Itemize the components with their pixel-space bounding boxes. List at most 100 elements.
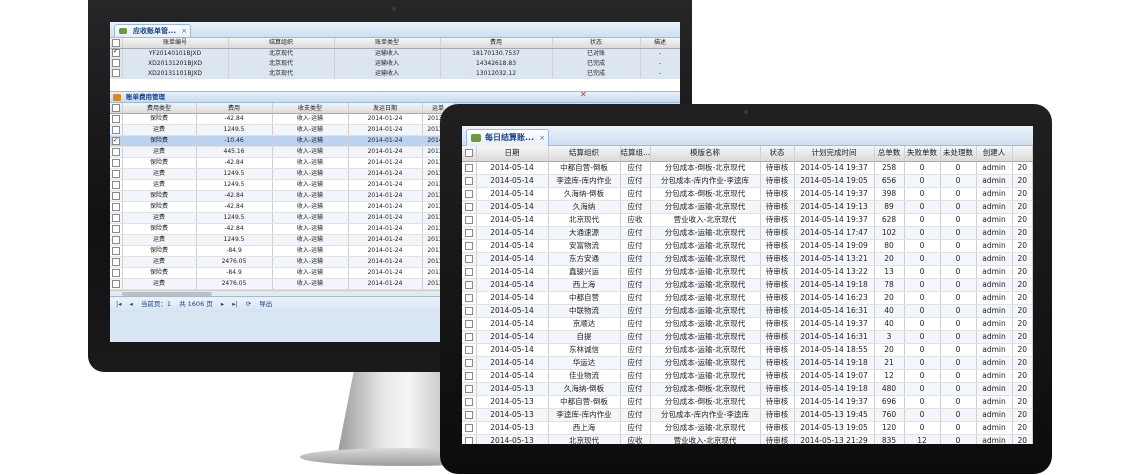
row-checkbox-cell[interactable] bbox=[462, 200, 477, 214]
row-checkbox[interactable] bbox=[464, 241, 473, 250]
tab-daily-settlement[interactable]: 每日结算账... × bbox=[466, 129, 550, 146]
row-checkbox[interactable] bbox=[464, 319, 473, 328]
front-col-header[interactable]: 创建人 bbox=[976, 146, 1013, 162]
front-col-header[interactable]: 状态 bbox=[760, 146, 795, 162]
table-row[interactable]: 2014-05-13 久海纳-倒板 应付 分包成本-倒板-北京现代 待审核 2014-05… bbox=[462, 382, 1033, 396]
row-checkbox[interactable] bbox=[111, 191, 120, 200]
row-checkbox[interactable] bbox=[111, 279, 120, 288]
table-row[interactable]: 2014-05-13 李逵库-库内作业 应付 分包成本-库内作业-李逵库 待审核 2014… bbox=[462, 408, 1033, 422]
row-checkbox[interactable] bbox=[111, 246, 120, 255]
bill-col-header[interactable]: 结算组织 bbox=[228, 38, 335, 49]
row-checkbox-cell[interactable] bbox=[110, 168, 123, 180]
table-row[interactable]: 2014-05-13 中都自营-倒板 应付 分包成本-倒板-北京现代 待审核 2014-0… bbox=[462, 395, 1033, 409]
close-icon[interactable]: × bbox=[539, 130, 545, 146]
row-checkbox[interactable] bbox=[111, 169, 120, 178]
row-checkbox[interactable] bbox=[111, 224, 120, 233]
front-col-header[interactable]: 总单数 bbox=[874, 146, 905, 162]
front-col-header[interactable] bbox=[462, 146, 477, 162]
row-checkbox-cell[interactable] bbox=[462, 226, 477, 240]
next-page-icon[interactable]: ▸ bbox=[221, 300, 224, 308]
row-checkbox-cell[interactable] bbox=[462, 187, 477, 201]
first-page-icon[interactable]: |◂ bbox=[116, 300, 121, 308]
row-checkbox[interactable] bbox=[464, 163, 473, 172]
table-row[interactable]: 2014-05-14 京顺达 应付 分包成本-运输-北京现代 待审核 2014-05-14… bbox=[462, 317, 1033, 331]
row-checkbox-cell[interactable] bbox=[110, 113, 123, 125]
table-row[interactable]: 2014-05-14 华运达 应付 分包成本-运输-北京现代 待审核 2014-05-14… bbox=[462, 356, 1033, 370]
row-checkbox[interactable] bbox=[464, 280, 473, 289]
row-checkbox-cell[interactable] bbox=[110, 267, 123, 279]
row-checkbox-cell[interactable] bbox=[110, 278, 123, 290]
row-checkbox-cell[interactable] bbox=[110, 190, 123, 202]
row-checkbox-cell[interactable] bbox=[110, 256, 123, 268]
select-all-checkbox[interactable] bbox=[111, 38, 120, 47]
front-col-header[interactable]: 模版名称 bbox=[650, 146, 761, 162]
row-checkbox[interactable] bbox=[111, 125, 120, 134]
row-checkbox-cell[interactable] bbox=[110, 68, 123, 79]
row-checkbox[interactable] bbox=[464, 189, 473, 198]
row-checkbox[interactable] bbox=[464, 332, 473, 341]
row-checkbox-cell[interactable] bbox=[110, 201, 123, 213]
row-checkbox[interactable] bbox=[111, 257, 120, 266]
table-row[interactable]: 2014-05-14 北京现代 应收 营业收入-北京现代 待审核 2014-05-14 1… bbox=[462, 213, 1033, 227]
row-checkbox-cell[interactable] bbox=[462, 252, 477, 266]
table-row[interactable]: XD20131201BJXD 北京现代 运输收入 14342618.83 已完成 - bbox=[110, 58, 680, 69]
row-checkbox[interactable] bbox=[111, 114, 120, 123]
row-checkbox-cell[interactable] bbox=[462, 239, 477, 253]
table-row[interactable]: 2014-05-14 中都自营-倒板 应付 分包成本-倒板-北京现代 待审核 2014-0… bbox=[462, 161, 1033, 175]
row-checkbox-cell[interactable] bbox=[462, 291, 477, 305]
bill-col-header[interactable]: 状态 bbox=[552, 38, 641, 49]
row-checkbox[interactable] bbox=[111, 213, 120, 222]
row-checkbox-cell[interactable] bbox=[110, 157, 123, 169]
table-row[interactable]: 2014-05-13 西上海 应付 分包成本-运输-北京现代 待审核 2014-05-13… bbox=[462, 421, 1033, 435]
row-checkbox-cell[interactable] bbox=[462, 161, 477, 175]
row-checkbox[interactable] bbox=[111, 136, 120, 145]
table-row[interactable]: 2014-05-14 李逵库-库内作业 应付 分包成本-库内作业-李逵库 待审核 2014… bbox=[462, 174, 1033, 188]
table-row[interactable]: XD20131101BJXD 北京现代 运输收入 13012032.12 已完成 - bbox=[110, 68, 680, 79]
table-row[interactable]: 2014-05-14 自提 应付 分包成本-运输-北京现代 待审核 2014-05-14 … bbox=[462, 330, 1033, 344]
row-checkbox-cell[interactable] bbox=[110, 245, 123, 257]
row-checkbox[interactable] bbox=[464, 423, 473, 432]
row-checkbox[interactable] bbox=[464, 228, 473, 237]
select-all-checkbox[interactable] bbox=[111, 103, 120, 112]
row-checkbox[interactable] bbox=[464, 410, 473, 419]
row-checkbox[interactable] bbox=[111, 69, 120, 77]
bill-col-header[interactable]: 描述 bbox=[640, 38, 680, 49]
row-checkbox-cell[interactable] bbox=[462, 213, 477, 227]
fee-col-header[interactable]: 收支类型 bbox=[272, 102, 349, 114]
bill-col-header[interactable]: 账单类型 bbox=[334, 38, 441, 49]
row-checkbox-cell[interactable] bbox=[462, 356, 477, 370]
table-row[interactable]: 2014-05-13 北京现代 应收 营业收入-北京现代 待审核 2014-05-13 2… bbox=[462, 434, 1033, 444]
row-checkbox-cell[interactable] bbox=[110, 146, 123, 158]
fee-col-header[interactable]: 费用 bbox=[196, 102, 273, 114]
row-checkbox[interactable] bbox=[464, 436, 473, 444]
table-row[interactable]: 2014-05-14 东林诚信 应付 分包成本-运输-北京现代 待审核 2014-05-1… bbox=[462, 343, 1033, 357]
row-checkbox[interactable] bbox=[464, 345, 473, 354]
row-checkbox-cell[interactable] bbox=[462, 369, 477, 383]
table-row[interactable]: YF20140101BJXD北京现代运输收入18170130.7537已对账- bbox=[110, 48, 680, 59]
table-row[interactable]: 2014-05-14 中都自营 应付 分包成本-运输-北京现代 待审核 2014-05-1… bbox=[462, 291, 1033, 305]
close-icon[interactable]: × bbox=[181, 25, 187, 37]
row-checkbox-cell[interactable] bbox=[110, 212, 123, 224]
row-checkbox[interactable] bbox=[111, 48, 120, 57]
row-checkbox[interactable] bbox=[111, 59, 120, 67]
table-row[interactable]: 2014-05-14 久海纳-倒板 应付 分包成本-倒板-北京现代 待审核 2014-05… bbox=[462, 187, 1033, 201]
fee-col-header[interactable] bbox=[110, 102, 123, 114]
prev-page-icon[interactable]: ◂ bbox=[130, 300, 133, 308]
row-checkbox-cell[interactable] bbox=[110, 234, 123, 246]
front-col-header[interactable]: 未处理数 bbox=[940, 146, 977, 162]
table-row[interactable]: 2014-05-14 佳业物流 应付 分包成本-运输-北京现代 待审核 2014-05-1… bbox=[462, 369, 1033, 383]
tab-receivable-bills[interactable]: 应收账单管... × bbox=[114, 24, 191, 37]
row-checkbox-cell[interactable] bbox=[462, 317, 477, 331]
row-checkbox-cell[interactable] bbox=[462, 382, 477, 396]
front-col-header[interactable] bbox=[1012, 146, 1033, 162]
front-col-header[interactable]: 结算组... bbox=[620, 146, 651, 162]
table-row[interactable]: 2014-05-14 鑫骏兴运 应付 分包成本-运输-北京现代 待审核 2014-05-1… bbox=[462, 265, 1033, 279]
row-checkbox[interactable] bbox=[111, 147, 120, 156]
row-checkbox-cell[interactable] bbox=[462, 408, 477, 422]
select-all-checkbox[interactable] bbox=[464, 149, 473, 158]
fee-col-header[interactable]: 发运日期 bbox=[348, 102, 423, 114]
front-col-header[interactable]: 结算组织 bbox=[548, 146, 621, 162]
refresh-icon[interactable]: ⟳ bbox=[246, 300, 251, 308]
table-row[interactable]: 2014-05-14 东方安通 应付 分包成本-运输-北京现代 待审核 2014-05-1… bbox=[462, 252, 1033, 266]
row-checkbox-cell[interactable] bbox=[462, 304, 477, 318]
